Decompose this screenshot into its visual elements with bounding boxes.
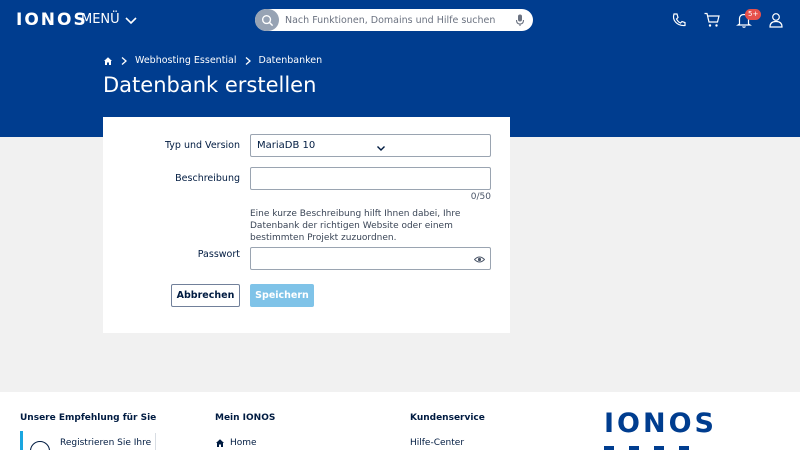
footer-recommendation-heading: Unsere Empfehlung für Sie xyxy=(20,413,157,423)
footer-help-center-link[interactable]: Hilfe-Center xyxy=(410,438,464,448)
footer-ionos-logo[interactable]: IONOS xyxy=(604,408,717,439)
search-box xyxy=(255,9,533,31)
description-input[interactable] xyxy=(250,167,491,190)
type-version-label: Typ und Version xyxy=(164,140,240,151)
social-icon[interactable] xyxy=(679,446,689,450)
footer-divider xyxy=(155,433,156,450)
create-database-card: Typ und Version MariaDB 10 Beschreibung … xyxy=(103,117,510,333)
description-counter: 0/50 xyxy=(470,192,491,202)
chevron-right-icon xyxy=(121,56,127,65)
chevron-down-icon xyxy=(125,16,137,24)
footer-home-link[interactable]: Home xyxy=(215,438,257,448)
menu-button[interactable]: MENÜ xyxy=(81,12,138,27)
chevron-right-icon xyxy=(245,56,251,65)
search-input[interactable] xyxy=(285,12,505,28)
footer-my-ionos-heading: Mein IONOS xyxy=(215,413,276,423)
notification-badge: 5+ xyxy=(745,9,762,20)
microphone-icon[interactable] xyxy=(513,13,527,27)
search-button[interactable] xyxy=(255,9,279,31)
menu-label: MENÜ xyxy=(81,12,120,27)
social-icon[interactable] xyxy=(604,446,614,450)
password-label: Passwort xyxy=(197,249,240,260)
cancel-button[interactable]: Abbrechen xyxy=(171,284,240,307)
social-icon[interactable] xyxy=(629,446,639,450)
search-icon xyxy=(261,14,273,26)
breadcrumb: Webhosting Essential Datenbanken xyxy=(103,55,322,66)
description-help-text: Eine kurze Beschreibung hilft Ihnen dabe… xyxy=(250,209,461,243)
breadcrumb-webhosting[interactable]: Webhosting Essential xyxy=(135,55,237,66)
user-icon[interactable] xyxy=(767,11,785,29)
eye-icon[interactable] xyxy=(474,254,485,265)
footer-customer-service-heading: Kundenservice xyxy=(410,413,485,423)
phone-icon[interactable] xyxy=(670,11,688,29)
cart-icon[interactable] xyxy=(703,11,721,29)
home-icon[interactable] xyxy=(103,56,113,66)
password-input[interactable] xyxy=(250,247,491,270)
footer-home-label: Home xyxy=(230,438,257,448)
description-label: Beschreibung xyxy=(175,173,240,184)
save-button[interactable]: Speichern xyxy=(250,284,314,307)
recommendation-accent-bar xyxy=(20,431,23,450)
type-version-select[interactable]: MariaDB 10 xyxy=(250,134,491,157)
recommendation-text[interactable]: Registrieren Sie Ihre xyxy=(60,438,151,448)
ionos-logo[interactable]: IONOS xyxy=(16,10,88,30)
page-title: Datenbank erstellen xyxy=(103,73,317,97)
breadcrumb-datenbanken[interactable]: Datenbanken xyxy=(259,55,323,66)
home-icon xyxy=(216,439,224,447)
social-icon[interactable] xyxy=(654,446,664,450)
